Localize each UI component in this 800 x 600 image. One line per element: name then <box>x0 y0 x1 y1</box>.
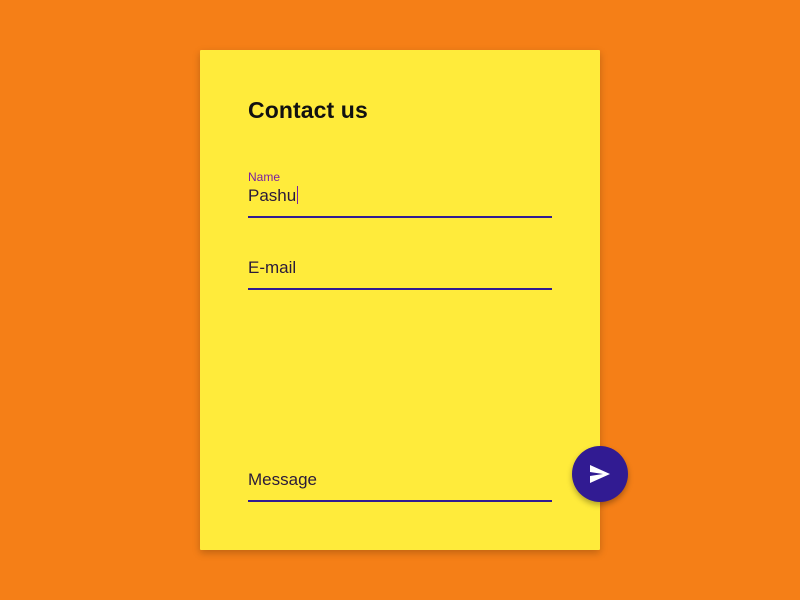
send-button[interactable] <box>572 446 628 502</box>
message-placeholder: Message <box>248 470 317 489</box>
message-underline <box>248 500 552 502</box>
name-label: Name <box>248 170 281 184</box>
name-input[interactable]: Pashu <box>248 186 299 206</box>
card-title: Contact us <box>248 97 368 123</box>
send-icon <box>589 464 611 484</box>
message-field[interactable]: Message <box>248 464 552 502</box>
email-placeholder: E-mail <box>248 258 297 277</box>
email-underline <box>248 288 552 290</box>
page-background: Contact us Name Pashu E-mail Message <box>0 0 800 600</box>
text-caret <box>297 186 299 204</box>
email-field[interactable]: E-mail <box>248 254 552 290</box>
contact-card: Contact us Name Pashu E-mail Message <box>200 50 600 550</box>
name-field[interactable]: Name Pashu <box>248 168 552 218</box>
name-underline <box>248 216 552 218</box>
name-value: Pashu <box>248 186 297 205</box>
